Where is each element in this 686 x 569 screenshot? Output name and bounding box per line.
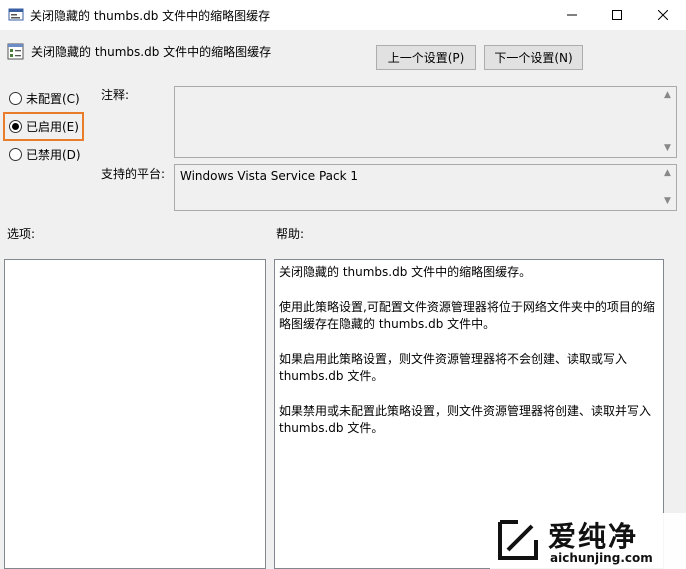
platform-value: Windows Vista Service Pack 1 — [180, 169, 358, 183]
scroll-down-icon[interactable]: ▼ — [664, 193, 671, 210]
radio-label: 未配置(C) — [26, 92, 80, 106]
radio-circle[interactable] — [9, 120, 22, 133]
help-text: 关闭隐藏的 thumbs.db 文件中的缩略图缓存。 使用此策略设置,可配置文件… — [279, 264, 661, 455]
radio-circle[interactable] — [9, 92, 22, 105]
title-bar: 关闭隐藏的 thumbs.db 文件中的缩略图缓存 — [0, 0, 686, 30]
options-label: 选项: — [7, 227, 36, 241]
maximize-button[interactable] — [594, 0, 640, 30]
options-pane[interactable] — [4, 259, 266, 569]
radio-disabled[interactable]: 已禁用(D) — [9, 146, 81, 163]
platform-label: 支持的平台: — [101, 167, 166, 181]
minimize-icon — [567, 14, 577, 16]
help-paragraph: 关闭隐藏的 thumbs.db 文件中的缩略图缓存。 — [279, 265, 532, 279]
scroll-up-icon[interactable]: ▲ — [664, 165, 671, 182]
window-title: 关闭隐藏的 thumbs.db 文件中的缩略图缓存 — [30, 9, 271, 23]
maximize-icon — [612, 10, 622, 20]
close-button[interactable] — [640, 0, 686, 30]
radio-not-configured[interactable]: 未配置(C) — [9, 90, 80, 107]
help-paragraph: 如果禁用或未配置此策略设置，则文件资源管理器将创建、读取并写入 thumbs.d… — [279, 403, 652, 436]
help-paragraph: 使用此策略设置,可配置文件资源管理器将位于网络文件夹中的项目的缩略图缓存在隐藏的… — [279, 299, 655, 332]
watermark-logo-icon — [498, 520, 538, 560]
platform-field: Windows Vista Service Pack 1 ▲ ▼ — [174, 164, 677, 211]
previous-setting-button[interactable]: 上一个设置(P) — [376, 45, 476, 70]
comment-input[interactable]: ▲ ▼ — [174, 86, 677, 158]
scroll-up-icon[interactable]: ▲ — [664, 87, 671, 104]
next-setting-button[interactable]: 下一个设置(N) — [484, 45, 583, 70]
policy-icon — [8, 8, 24, 21]
radio-circle[interactable] — [9, 148, 22, 161]
radio-label: 已禁用(D) — [26, 148, 81, 162]
radio-label: 已启用(E) — [26, 120, 79, 134]
setting-title: 关闭隐藏的 thumbs.db 文件中的缩略图缓存 — [31, 45, 272, 59]
platform-scrollbar[interactable]: ▲ ▼ — [659, 165, 676, 210]
watermark-url: aichunjing.com — [550, 551, 653, 565]
policy-setting-icon — [7, 43, 24, 60]
scroll-down-icon[interactable]: ▼ — [664, 140, 671, 157]
radio-enabled[interactable]: 已启用(E) — [9, 118, 79, 135]
help-paragraph: 如果启用此策略设置，则文件资源管理器将不会创建、读取或写入 thumbs.db … — [279, 351, 628, 384]
minimize-button[interactable] — [549, 0, 595, 30]
comment-label: 注释: — [101, 88, 130, 102]
watermark: 爱纯净 aichunjing.com — [490, 513, 686, 569]
comment-scrollbar[interactable]: ▲ ▼ — [659, 87, 676, 157]
help-label: 帮助: — [276, 227, 305, 241]
watermark-chinese: 爱纯净 — [548, 520, 639, 553]
close-icon — [658, 10, 668, 20]
